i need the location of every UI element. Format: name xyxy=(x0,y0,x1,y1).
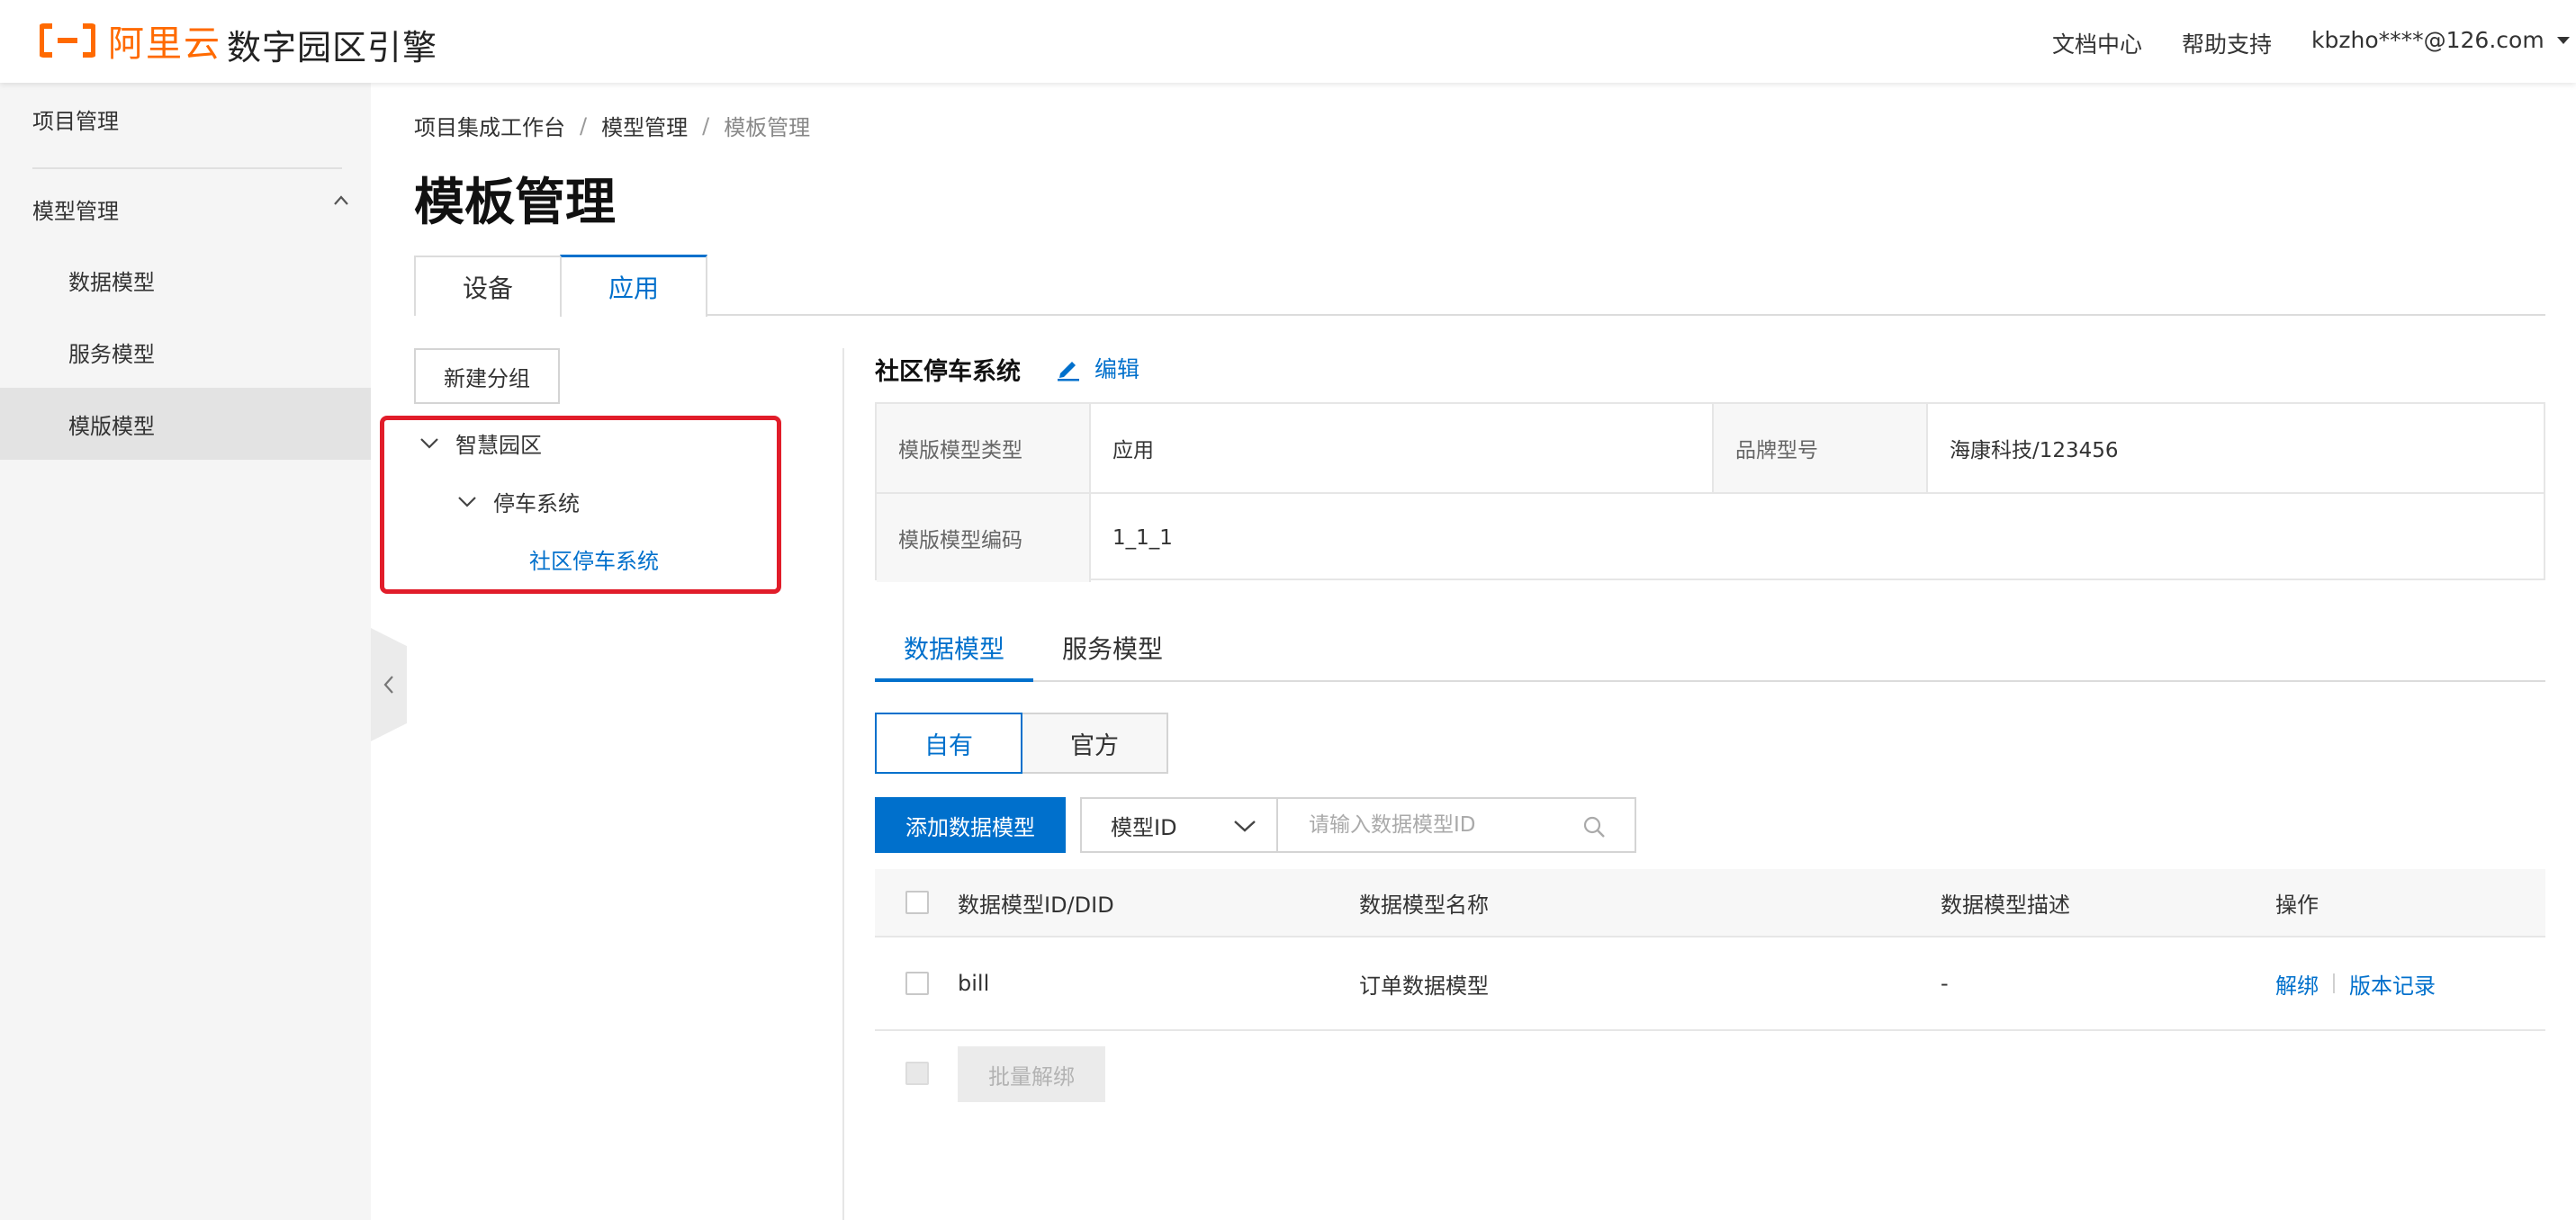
sidebar-item-service-model[interactable]: 服务模型 xyxy=(0,316,371,388)
brand-label: 品牌型号 xyxy=(1714,404,1926,492)
column-header-name: 数据模型名称 xyxy=(1359,892,1489,918)
version-history-link[interactable]: 版本记录 xyxy=(2349,968,2436,1000)
column-header-description: 数据模型描述 xyxy=(1941,892,2070,918)
add-data-model-button[interactable]: 添加数据模型 xyxy=(875,797,1066,853)
subtab-service-model[interactable]: 服务模型 xyxy=(1062,630,1163,666)
logo-text: 阿里云 xyxy=(108,23,221,65)
sidebar-divider xyxy=(32,167,342,169)
batch-select-checkbox[interactable] xyxy=(905,1062,929,1085)
tree-node-community-parking[interactable]: 社区停车系统 xyxy=(529,543,659,575)
breadcrumb-item-workbench[interactable]: 项目集成工作台 xyxy=(414,110,565,141)
sidebar-item-label: 项目管理 xyxy=(32,108,119,134)
info-row: 模版模型编码 1_1_1 xyxy=(877,492,2544,582)
search-icon[interactable] xyxy=(1582,815,1606,839)
active-tab-indicator xyxy=(875,678,1033,682)
new-group-button[interactable]: 新建分组 xyxy=(414,348,560,404)
sidebar-item-label: 数据模型 xyxy=(68,269,155,295)
tree-node-parking-system[interactable]: 停车系统 xyxy=(457,486,580,517)
detail-title: 社区停车系统 xyxy=(875,358,1021,386)
sidebar-item-data-model[interactable]: 数据模型 xyxy=(0,244,371,316)
tab-label: 应用 xyxy=(608,274,659,303)
breadcrumb-separator: / xyxy=(702,112,710,139)
tree-node-label: 停车系统 xyxy=(493,491,580,516)
chevron-up-icon[interactable] xyxy=(333,193,349,209)
aliyun-logo[interactable]: 阿里云 xyxy=(40,20,221,65)
chevron-down-icon[interactable] xyxy=(457,496,477,508)
row-name: 订单数据模型 xyxy=(1359,973,1489,999)
type-label: 模版模型类型 xyxy=(877,404,1089,492)
table-header: 数据模型ID/DID 数据模型名称 数据模型描述 操作 xyxy=(875,869,2545,937)
action-separator xyxy=(2333,973,2335,993)
row-id: bill xyxy=(958,971,990,996)
user-menu[interactable]: kbzho****@126.com xyxy=(2311,27,2570,53)
column-header-id: 数据模型ID/DID xyxy=(958,892,1114,918)
tab-label: 设备 xyxy=(462,273,513,303)
tree-node-label: 社区停车系统 xyxy=(529,549,659,574)
help-link[interactable]: 帮助支持 xyxy=(2182,27,2272,59)
sidebar-item-project-management[interactable]: 项目管理 xyxy=(0,83,371,155)
info-table: 模版模型类型 应用 品牌型号 海康科技/123456 模版模型编码 1_1_1 xyxy=(875,402,2545,582)
sidebar-item-label: 模版模型 xyxy=(68,413,155,439)
search-input[interactable] xyxy=(1278,799,1584,851)
top-bar: 阿里云 数字园区引擎 文档中心 帮助支持 kbzho****@126.com xyxy=(0,0,2576,83)
chevron-down-icon[interactable] xyxy=(419,437,439,450)
edit-pencil-icon xyxy=(1058,362,1079,381)
sidebar-item-label: 服务模型 xyxy=(68,341,155,367)
batch-unbind-button[interactable]: 批量解绑 xyxy=(958,1046,1105,1102)
sidebar-item-template-model[interactable]: 模版模型 xyxy=(0,388,371,460)
row-checkbox[interactable] xyxy=(905,972,929,995)
product-title: 数字园区引擎 xyxy=(227,28,438,67)
docs-link[interactable]: 文档中心 xyxy=(2052,27,2142,59)
panel-divider xyxy=(842,348,844,1220)
brand-value: 海康科技/123456 xyxy=(1950,439,2119,462)
row-description: - xyxy=(1941,971,1949,996)
tabs-divider xyxy=(414,314,2545,316)
select-all-checkbox[interactable] xyxy=(905,891,929,914)
segment-own[interactable]: 自有 xyxy=(875,713,1022,774)
sidebar-collapse-handle[interactable] xyxy=(371,628,407,741)
column-header-actions: 操作 xyxy=(2275,892,2319,918)
tab-application[interactable]: 应用 xyxy=(560,255,707,317)
aliyun-logo-icon xyxy=(40,23,95,58)
search-box xyxy=(1276,797,1636,853)
sidebar-item-label: 模型管理 xyxy=(32,198,119,224)
edit-label: 编辑 xyxy=(1094,356,1140,382)
search-field-select[interactable]: 模型ID xyxy=(1080,797,1278,853)
type-value: 应用 xyxy=(1112,439,1154,462)
row-actions: 解绑 版本记录 xyxy=(2275,937,2436,1029)
breadcrumb-separator: / xyxy=(580,112,588,139)
subtab-data-model[interactable]: 数据模型 xyxy=(904,630,1004,666)
code-value: 1_1_1 xyxy=(1112,526,1173,550)
unbind-link[interactable]: 解绑 xyxy=(2275,968,2319,1000)
code-label: 模版模型编码 xyxy=(877,494,1089,582)
page-title: 模板管理 xyxy=(414,174,616,232)
tab-device[interactable]: 设备 xyxy=(414,256,562,316)
sub-tabs-divider xyxy=(875,680,2545,682)
tree-node-label: 智慧园区 xyxy=(455,433,542,458)
info-row: 模版模型类型 应用 品牌型号 海康科技/123456 xyxy=(877,404,2544,492)
select-value: 模型ID xyxy=(1111,814,1177,840)
sidebar: 项目管理 模型管理 数据模型 服务模型 模版模型 xyxy=(0,83,371,1220)
user-account-label: kbzho****@126.com xyxy=(2311,27,2544,53)
breadcrumb: 项目集成工作台 / 模型管理 / 模板管理 xyxy=(414,110,810,141)
edit-button[interactable]: 编辑 xyxy=(1055,352,1139,384)
sidebar-item-model-management[interactable]: 模型管理 xyxy=(0,173,371,245)
table-row: bill 订单数据模型 - 解绑 版本记录 xyxy=(875,937,2545,1031)
breadcrumb-item-current: 模板管理 xyxy=(724,115,811,140)
tree-node-smart-park[interactable]: 智慧园区 xyxy=(419,427,542,459)
chevron-down-icon xyxy=(1234,821,1256,832)
breadcrumb-item-model-management[interactable]: 模型管理 xyxy=(601,110,688,141)
segment-official[interactable]: 官方 xyxy=(1021,713,1168,774)
caret-down-icon xyxy=(2556,36,2570,44)
chevron-left-icon xyxy=(383,676,393,694)
